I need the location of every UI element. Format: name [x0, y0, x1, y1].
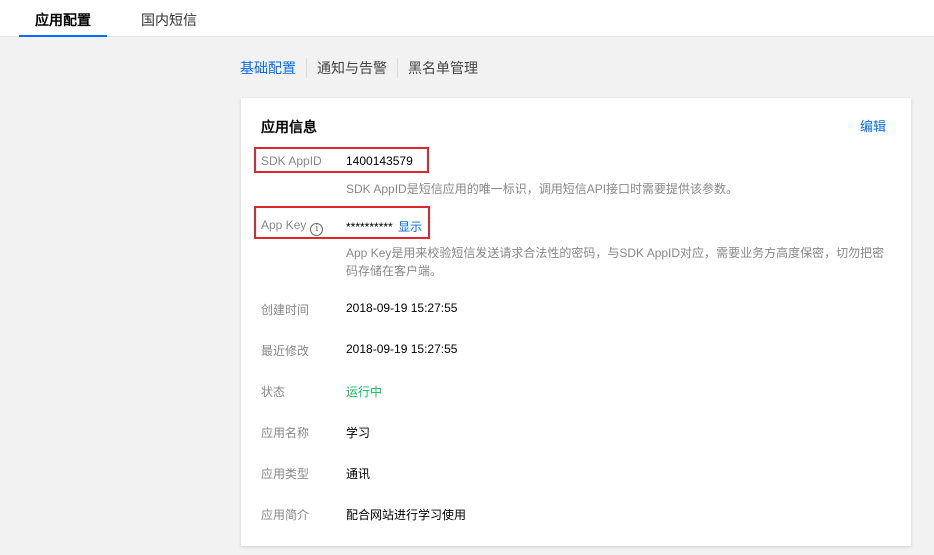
app-type-value: 通讯 — [346, 467, 371, 481]
app-key-value-group: ********** 显示 — [346, 218, 422, 235]
app-key-label-group: App Key i — [261, 218, 324, 236]
app-key-masked: ********** — [346, 220, 393, 234]
show-key-link[interactable]: 显示 — [398, 220, 422, 234]
modified-time-value: 2018-09-19 15:27:55 — [346, 342, 458, 356]
edit-link[interactable]: 编辑 — [860, 116, 886, 135]
divider — [397, 58, 398, 78]
divider — [306, 58, 307, 78]
app-key-label: App Key — [261, 218, 307, 232]
app-type-label: 应用类型 — [261, 467, 310, 481]
info-icon[interactable]: i — [310, 223, 324, 236]
app-info-card: 应用信息 编辑 SDK AppID 1400143579 SDK AppID是短… — [241, 98, 911, 546]
app-name-label: 应用名称 — [261, 426, 310, 440]
app-intro-value: 配合网站进行学习使用 — [346, 508, 467, 522]
app-key-desc: App Key是用来校验短信发送请求合法性的密码，与SDK AppID对应，需要… — [346, 246, 885, 278]
modified-time-label: 最近修改 — [261, 344, 310, 358]
tab-app-config[interactable]: 应用配置 — [19, 0, 107, 37]
sdk-appid-desc: SDK AppID是短信应用的唯一标识，调用短信API接口时需要提供该参数。 — [346, 182, 739, 196]
top-nav: 应用配置 国内短信 — [0, 0, 934, 37]
status-value: 运行中 — [346, 385, 383, 399]
sdk-appid-value: 1400143579 — [346, 154, 413, 168]
subtab-notify-alert[interactable]: 通知与告警 — [317, 58, 387, 78]
subtab-blacklist[interactable]: 黑名单管理 — [408, 58, 478, 78]
card-title: 应用信息 — [261, 119, 317, 135]
app-name-value: 学习 — [346, 426, 371, 440]
subtab-basic-config[interactable]: 基础配置 — [240, 58, 296, 78]
sdk-appid-label: SDK AppID — [261, 154, 322, 168]
status-label: 状态 — [261, 385, 286, 399]
app-intro-label: 应用简介 — [261, 508, 310, 522]
tab-domestic-sms[interactable]: 国内短信 — [141, 0, 197, 37]
created-time-value: 2018-09-19 15:27:55 — [346, 301, 458, 315]
created-time-label: 创建时间 — [261, 303, 310, 317]
